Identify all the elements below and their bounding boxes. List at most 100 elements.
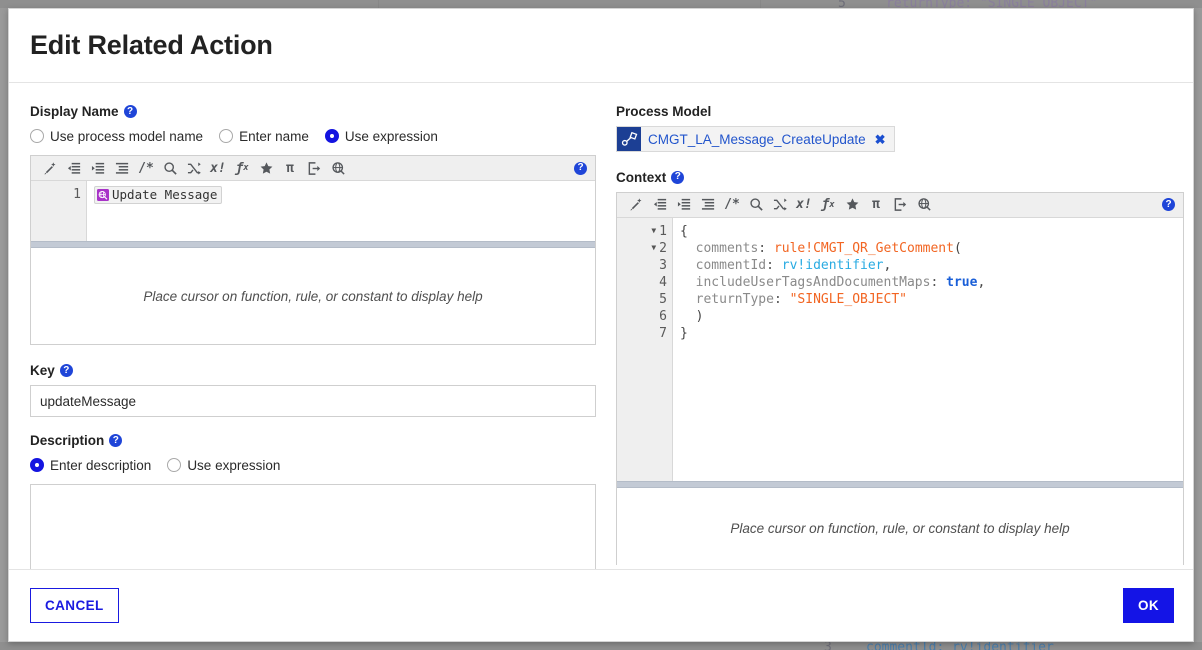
- ok-button[interactable]: OK: [1122, 588, 1174, 623]
- code-line: comments: rule!CMGT_QR_GetComment(: [695, 240, 962, 256]
- code-content[interactable]: Update Message: [87, 181, 595, 241]
- key-label-row: Key ?: [30, 362, 596, 379]
- code-line: returnType: "SINGLE_OBJECT": [695, 291, 907, 307]
- radio-enter-name[interactable]: Enter name: [219, 129, 309, 144]
- dialog-footer: CANCEL OK: [9, 569, 1193, 641]
- fold-arrow-icon[interactable]: ▼: [651, 227, 656, 235]
- radio-dot[interactable]: [30, 129, 44, 143]
- export-icon[interactable]: [889, 194, 911, 215]
- clear-variable-icon[interactable]: x!: [207, 158, 229, 179]
- page-title: Edit Related Action: [30, 30, 273, 60]
- gutter-line: ▼5: [617, 291, 672, 308]
- code-line: {: [680, 223, 688, 239]
- context-code-area[interactable]: ▼1 ▼2 ▼3 ▼4 ▼5 ▼6 ▼7 { comments: rule!CM…: [617, 217, 1183, 481]
- line-number: 6: [659, 308, 667, 324]
- favorite-star-icon[interactable]: [255, 158, 277, 179]
- key-input[interactable]: [30, 385, 596, 417]
- close-x-icon[interactable]: ✖: [875, 133, 886, 146]
- radio-description-use-expression[interactable]: Use expression: [167, 458, 280, 473]
- help-circle-icon[interactable]: ?: [109, 434, 123, 447]
- description-label-row: Description ?: [30, 432, 596, 449]
- context-label-row: Context ?: [616, 169, 1184, 186]
- format-lines-icon[interactable]: [697, 194, 719, 215]
- gutter-line: ▼ 1: [617, 223, 672, 240]
- clear-variable-icon[interactable]: x!: [793, 194, 815, 215]
- comment-icon[interactable]: /*: [135, 158, 157, 179]
- display-name-label-row: Display Name ?: [30, 103, 596, 120]
- interface-object-icon: [97, 189, 109, 201]
- indent-icon[interactable]: [87, 158, 109, 179]
- radio-use-expression[interactable]: Use expression: [324, 128, 438, 144]
- magic-wand-icon[interactable]: [39, 158, 61, 179]
- globe-link-icon[interactable]: [327, 158, 349, 179]
- gutter-line: ▼7: [617, 325, 672, 342]
- display-name-label: Display Name: [30, 104, 119, 119]
- pi-constant-icon[interactable]: π: [865, 194, 887, 215]
- radio-label: Use process model name: [50, 128, 204, 144]
- description-textarea[interactable]: [30, 484, 596, 570]
- globe-link-icon[interactable]: [913, 194, 935, 215]
- help-circle-icon[interactable]: ?: [123, 105, 137, 118]
- process-model-name[interactable]: CMGT_LA_Message_CreateUpdate: [648, 132, 866, 147]
- help-circle-icon[interactable]: ?: [59, 364, 73, 377]
- magic-wand-icon[interactable]: [625, 194, 647, 215]
- backdrop-divider: [760, 0, 761, 8]
- format-lines-icon[interactable]: [111, 158, 133, 179]
- expression-token-chip[interactable]: Update Message: [94, 186, 223, 204]
- description-label: Description: [30, 433, 105, 448]
- code-line: includeUserTagsAndDocumentMaps: true,: [695, 274, 986, 290]
- line-number: 3: [659, 257, 667, 273]
- comment-icon[interactable]: /*: [721, 194, 743, 215]
- outdent-icon[interactable]: [649, 194, 671, 215]
- search-icon[interactable]: [159, 158, 181, 179]
- radio-dot[interactable]: [30, 458, 44, 472]
- radio-label: Enter description: [50, 457, 152, 473]
- line-number: 1: [659, 223, 667, 239]
- shuffle-icon[interactable]: [769, 194, 791, 215]
- favorite-star-icon[interactable]: [841, 194, 863, 215]
- pi-constant-icon[interactable]: π: [279, 158, 301, 179]
- function-icon[interactable]: ƒx: [231, 158, 253, 179]
- search-icon[interactable]: [745, 194, 767, 215]
- code-content[interactable]: { comments: rule!CMGT_QR_GetComment( com…: [673, 218, 1183, 481]
- process-model-icon: [617, 127, 641, 151]
- token-chip-label: Update Message: [112, 187, 218, 202]
- context-label: Context: [616, 169, 667, 185]
- line-number: 1: [73, 187, 81, 202]
- help-circle-icon[interactable]: ?: [1162, 198, 1175, 211]
- editor-splitter-handle[interactable]: [617, 480, 1183, 488]
- help-circle-icon[interactable]: ?: [671, 170, 685, 184]
- radio-use-process-model-name[interactable]: Use process model name: [30, 129, 203, 144]
- expression-help-panel: Place cursor on function, rule, or const…: [31, 248, 595, 344]
- left-column: Display Name ? Use process model name En…: [30, 103, 596, 570]
- cancel-button[interactable]: CANCEL: [30, 588, 119, 623]
- radio-enter-description[interactable]: Enter description: [30, 458, 151, 473]
- code-line: }: [680, 325, 688, 341]
- help-circle-icon[interactable]: ?: [574, 161, 587, 175]
- export-icon[interactable]: [303, 158, 325, 179]
- gutter-line: ▼ 1: [31, 186, 86, 203]
- editor-toolbar: /* x! ƒx π ?: [31, 156, 595, 181]
- fold-arrow-icon[interactable]: ▼: [651, 244, 656, 252]
- radio-label: Use expression: [187, 457, 281, 473]
- display-name-expression-editor: /* x! ƒx π ? ▼ 1: [30, 155, 596, 345]
- expression-code-area[interactable]: ▼ 1 Update Message: [31, 181, 595, 241]
- process-model-chip[interactable]: CMGT_LA_Message_CreateUpdate ✖: [616, 126, 895, 152]
- line-number: 5: [659, 291, 667, 307]
- radio-dot[interactable]: [167, 458, 182, 472]
- line-number-gutter: ▼ 1: [31, 181, 87, 241]
- key-label: Key: [30, 363, 55, 378]
- indent-icon[interactable]: [673, 194, 695, 215]
- gutter-line: ▼ 2: [617, 240, 672, 257]
- function-icon[interactable]: ƒx: [817, 194, 839, 215]
- radio-label: Use expression: [344, 128, 438, 144]
- dialog-header: Edit Related Action: [9, 9, 1193, 83]
- radio-dot[interactable]: [219, 129, 234, 143]
- gutter-line: ▼4: [617, 274, 672, 291]
- outdent-icon[interactable]: [63, 158, 85, 179]
- editor-splitter-handle[interactable]: [31, 241, 595, 248]
- radio-label: Enter name: [239, 128, 309, 144]
- shuffle-icon[interactable]: [183, 158, 205, 179]
- radio-dot[interactable]: [324, 129, 339, 143]
- gutter-line: ▼3: [617, 257, 672, 274]
